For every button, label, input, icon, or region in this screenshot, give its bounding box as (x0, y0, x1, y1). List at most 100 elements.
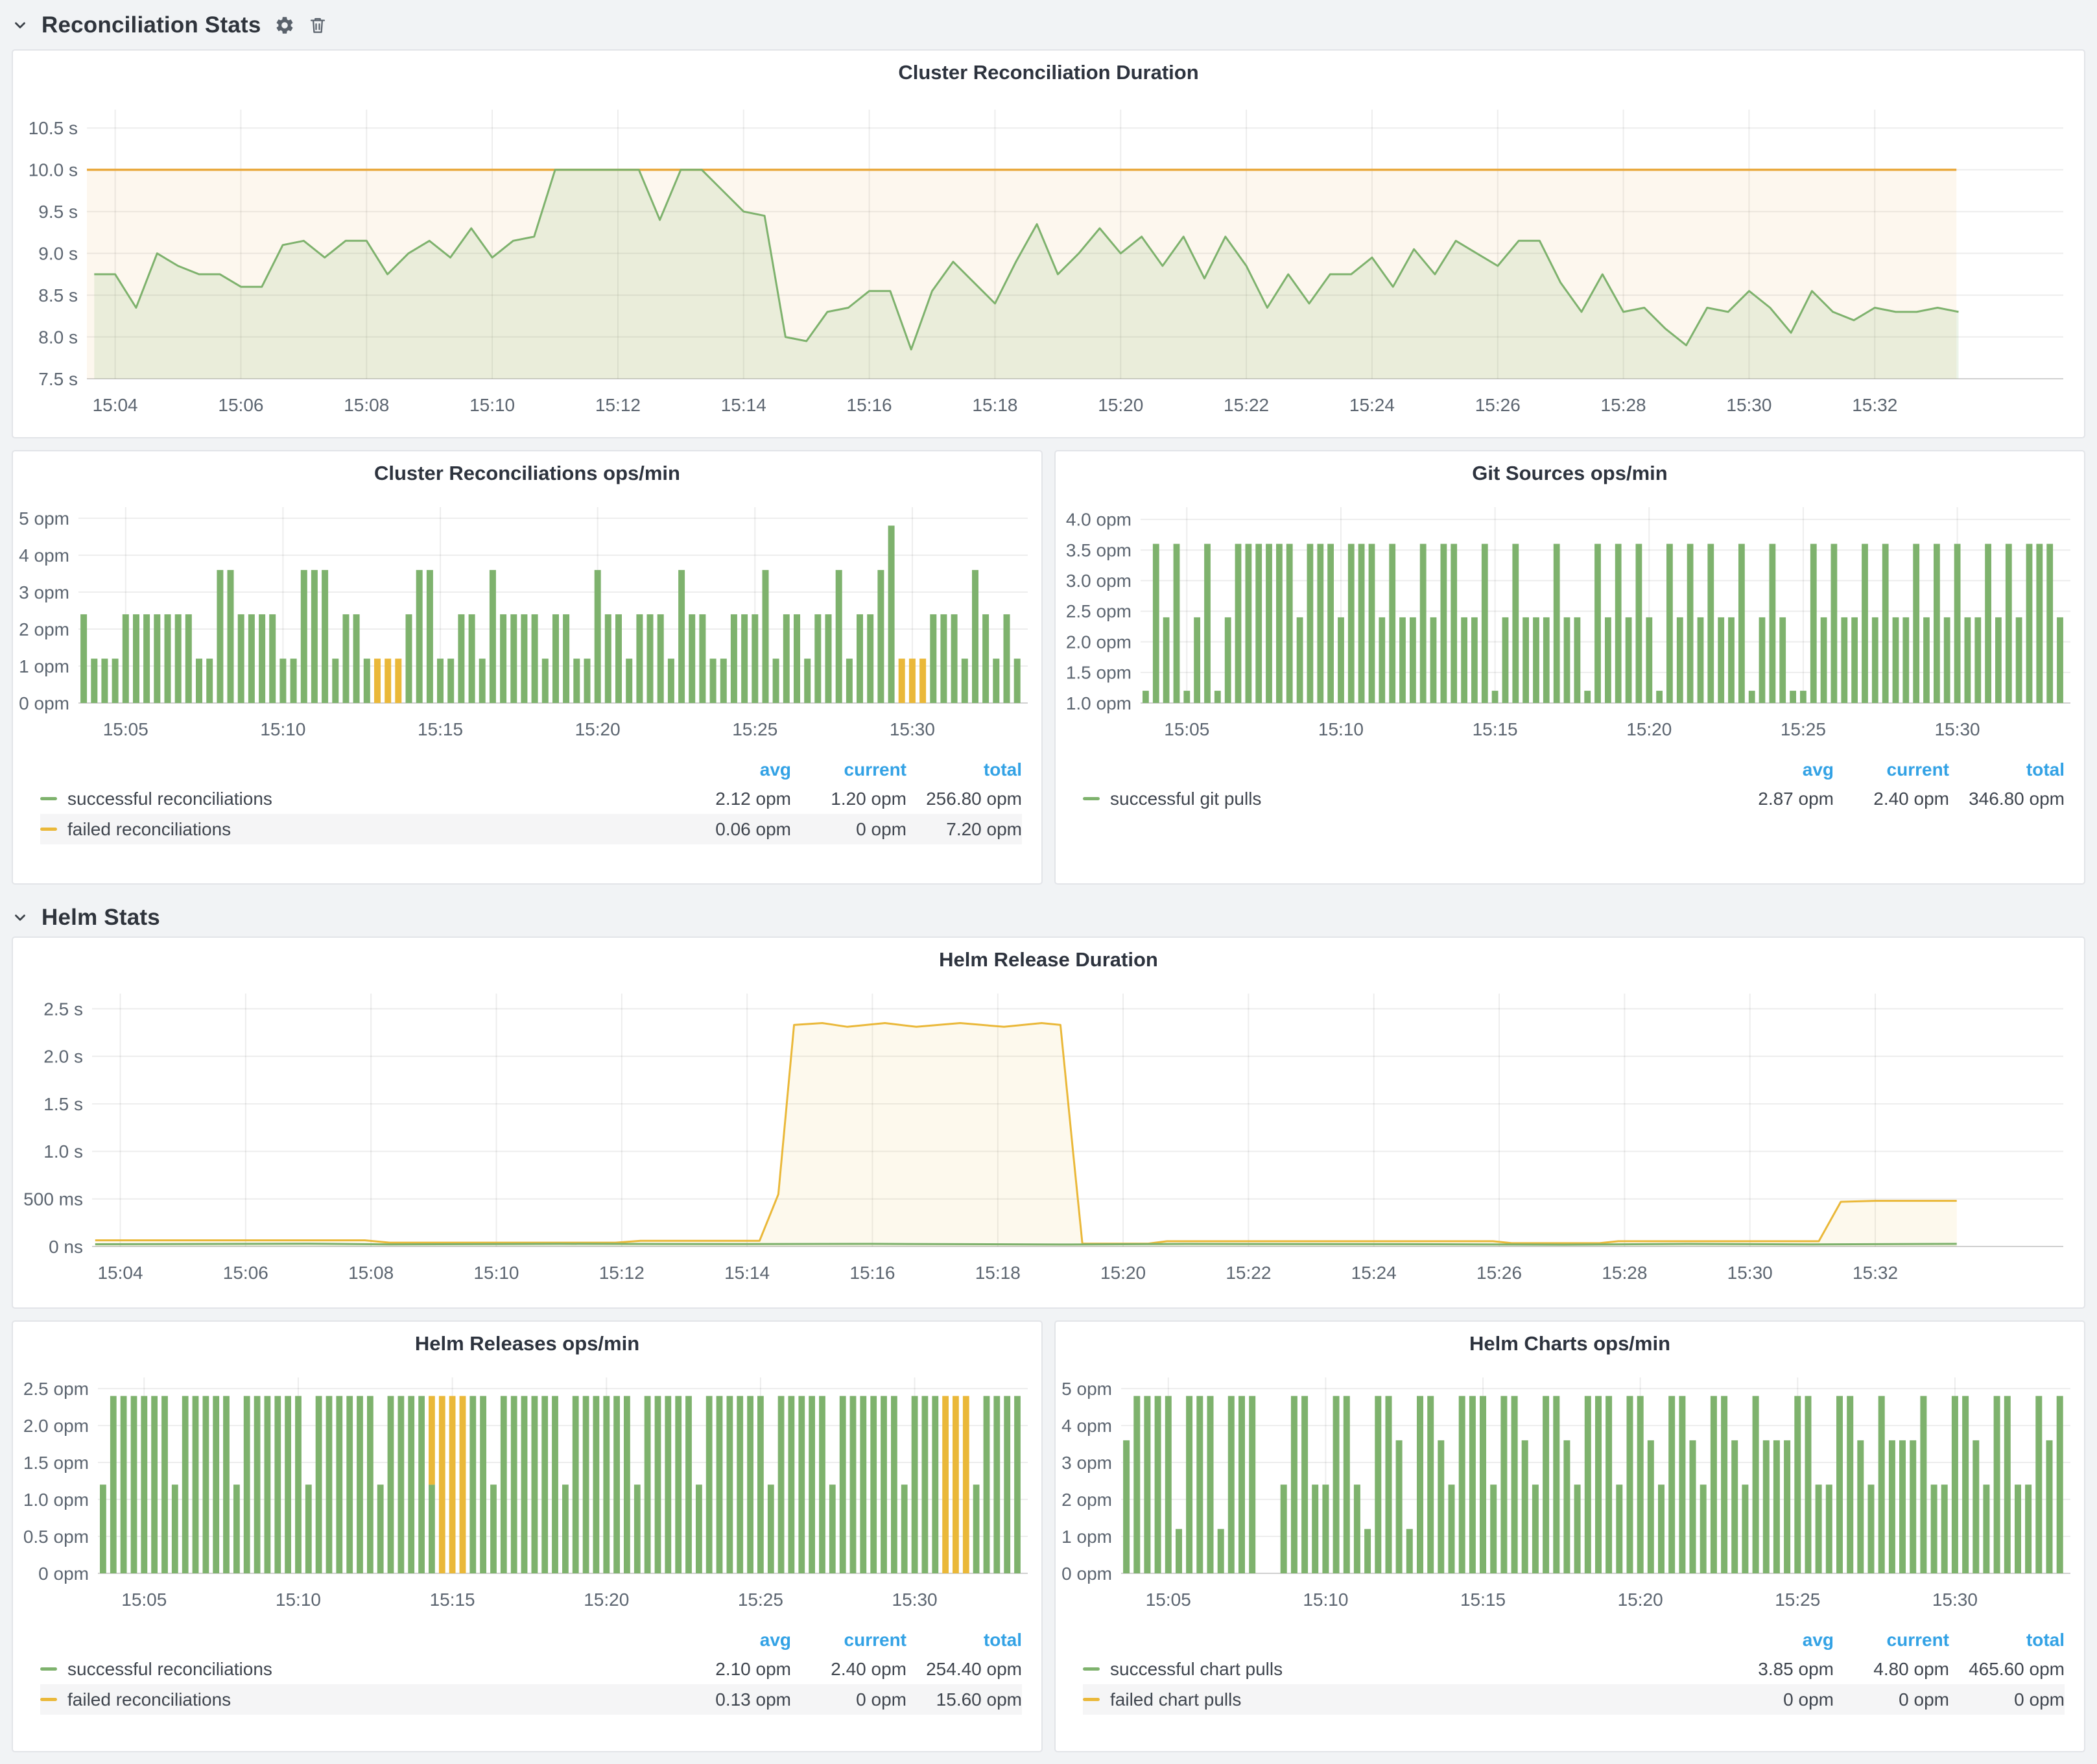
svg-text:0 opm: 0 opm (19, 693, 69, 713)
legend-series-swatch (40, 828, 57, 831)
gear-icon[interactable] (274, 15, 295, 36)
svg-text:15:20: 15:20 (1626, 719, 1672, 739)
legend-column-avg[interactable]: avg (676, 1630, 791, 1651)
svg-text:15:30: 15:30 (892, 1590, 938, 1610)
legend-column-total[interactable]: total (906, 1630, 1022, 1651)
legend-column-current[interactable]: current (791, 1630, 906, 1651)
legend-stat-value: 2.12 opm (676, 789, 791, 809)
svg-text:15:32: 15:32 (1853, 1263, 1898, 1283)
legend-column-avg[interactable]: avg (1718, 1630, 1834, 1651)
svg-text:15:24: 15:24 (1349, 395, 1395, 415)
section-header-reconciliation-stats[interactable]: Reconciliation Stats (12, 6, 2085, 44)
panel-helm-release-duration: Helm Release Duration 0 ns500 ms1.0 s1.5… (12, 936, 2085, 1309)
legend-header-row: avgcurrenttotal (40, 756, 1022, 783)
svg-text:9.5 s: 9.5 s (38, 202, 78, 222)
legend-stat-value: 0.13 opm (676, 1689, 791, 1710)
svg-text:15:10: 15:10 (469, 395, 515, 415)
svg-text:15:10: 15:10 (473, 1263, 519, 1283)
svg-text:15:18: 15:18 (972, 395, 1017, 415)
cluster-reconciliation-duration-chart[interactable]: 7.5 s8.0 s8.5 s9.0 s9.5 s10.0 s10.5 s15:… (14, 87, 2083, 434)
svg-text:15:15: 15:15 (430, 1590, 475, 1610)
svg-text:2.5 opm: 2.5 opm (23, 1379, 89, 1399)
svg-text:15:28: 15:28 (1602, 1263, 1647, 1283)
legend-series-swatch (1083, 1667, 1100, 1671)
legend-series-label[interactable]: failed reconciliations (40, 819, 676, 840)
legend-column-total[interactable]: total (1949, 759, 2065, 780)
svg-text:15:12: 15:12 (595, 395, 641, 415)
svg-text:15:30: 15:30 (1726, 395, 1771, 415)
svg-text:15:25: 15:25 (732, 719, 777, 739)
legend-stat-value: 15.60 opm (906, 1689, 1022, 1710)
legend-series-swatch (40, 1698, 57, 1701)
git-sources-chart[interactable]: 1.0 opm1.5 opm2.0 opm2.5 opm3.0 opm3.5 o… (1056, 488, 2083, 747)
svg-text:1.0 opm: 1.0 opm (1066, 693, 1131, 713)
svg-text:15:06: 15:06 (218, 395, 263, 415)
panel-title[interactable]: Git Sources ops/min (1056, 451, 2084, 488)
svg-text:15:22: 15:22 (1226, 1263, 1271, 1283)
svg-text:15:25: 15:25 (1781, 719, 1826, 739)
legend-column-current[interactable]: current (791, 759, 906, 780)
panel-title[interactable]: Helm Releases ops/min (13, 1322, 1041, 1358)
panel-title[interactable]: Helm Release Duration (13, 938, 2084, 974)
svg-text:9.0 s: 9.0 s (38, 243, 78, 263)
legend-column-total[interactable]: total (1949, 1630, 2065, 1651)
panel-helm-releases-opm: Helm Releases ops/min 0 opm 0.5 opm 1.0 op… (12, 1320, 1043, 1752)
legend-stat-value: 0 opm (791, 1689, 906, 1710)
svg-text:3 opm: 3 opm (1061, 1453, 1112, 1473)
svg-text:15:04: 15:04 (97, 1263, 143, 1283)
legend-series-label[interactable]: failed chart pulls (1083, 1689, 1718, 1710)
helm-charts-chart[interactable]: 0 opm1 opm2 opm3 opm4 opm5 opm15:0515:10… (1056, 1358, 2083, 1617)
legend-column-total[interactable]: total (906, 759, 1022, 780)
legend-row: successful reconciliations2.10 opm2.40 o… (40, 1654, 1022, 1684)
svg-text:8.0 s: 8.0 s (38, 327, 78, 347)
legend-stat-value: 2.10 opm (676, 1659, 791, 1680)
panel-title[interactable]: Cluster Reconciliations ops/min (13, 451, 1041, 488)
legend-column-avg[interactable]: avg (1718, 759, 1834, 780)
svg-text:15:20: 15:20 (575, 719, 621, 739)
legend-column-avg[interactable]: avg (676, 759, 791, 780)
trash-icon[interactable] (308, 16, 327, 35)
svg-text:1.0 s: 1.0 s (43, 1141, 83, 1162)
svg-text:2.0 opm: 2.0 opm (1066, 632, 1131, 652)
helm-release-duration-chart[interactable]: 0 ns500 ms1.0 s1.5 s2.0 s2.5 s15:0415:06… (14, 974, 2083, 1302)
legend-series-label[interactable]: successful reconciliations (40, 789, 676, 809)
svg-text:15:22: 15:22 (1224, 395, 1269, 415)
legend-row: failed chart pulls0 opm0 opm0 opm (1083, 1684, 2065, 1715)
legend-column-current[interactable]: current (1834, 1630, 1949, 1651)
svg-text:15:25: 15:25 (1775, 1590, 1820, 1610)
legend-stat-value: 465.60 opm (1949, 1659, 2065, 1680)
svg-text:0.5 opm: 0.5 opm (23, 1527, 89, 1547)
legend-stat-value: 2.40 opm (791, 1659, 906, 1680)
svg-text:15:06: 15:06 (223, 1263, 268, 1283)
legend-series-swatch (40, 1667, 57, 1671)
helm-releases-chart[interactable]: 0 opm0.5 opm1.0 opm1.5 opm2.0 opm2.5 opm… (14, 1358, 1041, 1617)
svg-text:0 ns: 0 ns (49, 1237, 83, 1257)
svg-text:15:05: 15:05 (121, 1590, 167, 1610)
legend-series-label[interactable]: successful chart pulls (1083, 1659, 1718, 1680)
chevron-down-icon[interactable] (12, 17, 29, 34)
cluster-reconciliations-chart[interactable]: 0 opm1 opm2 opm3 opm4 opm5 opm15:0515:10… (14, 488, 1041, 747)
svg-text:4 opm: 4 opm (19, 545, 69, 566)
legend-table: avgcurrenttotalsuccessful chart pulls3.8… (1056, 1627, 2084, 1715)
svg-text:8.5 s: 8.5 s (38, 285, 78, 305)
panel-cluster-reconciliations-opm: Cluster Reconciliations ops/min 0 opm1 o… (12, 450, 1043, 885)
section-header-helm-stats[interactable]: Helm Stats (12, 899, 2085, 936)
legend-series-label[interactable]: failed reconciliations (40, 1689, 676, 1710)
legend-stat-value: 0 opm (1834, 1689, 1949, 1710)
svg-text:15:15: 15:15 (1473, 719, 1518, 739)
legend-series-label[interactable]: successful git pulls (1083, 789, 1718, 809)
legend-series-label[interactable]: successful reconciliations (40, 1659, 676, 1680)
panel-title[interactable]: Cluster Reconciliation Duration (13, 51, 2084, 87)
legend-table: avgcurrenttotalsuccessful git pulls2.87 … (1056, 756, 2084, 814)
panel-helm-charts-opm: Helm Charts ops/min 0 opm1 opm2 opm3 opm… (1054, 1320, 2085, 1752)
panel-title[interactable]: Helm Charts ops/min (1056, 1322, 2084, 1358)
svg-text:15:04: 15:04 (93, 395, 138, 415)
legend-header-row: avgcurrenttotal (1083, 756, 2065, 783)
svg-text:15:30: 15:30 (1932, 1590, 1978, 1610)
legend-column-current[interactable]: current (1834, 759, 1949, 780)
svg-text:15:26: 15:26 (1476, 1263, 1522, 1283)
svg-text:15:12: 15:12 (599, 1263, 645, 1283)
chevron-down-icon[interactable] (12, 909, 29, 926)
svg-text:1.0 opm: 1.0 opm (23, 1490, 89, 1510)
svg-text:1.5 s: 1.5 s (43, 1094, 83, 1114)
